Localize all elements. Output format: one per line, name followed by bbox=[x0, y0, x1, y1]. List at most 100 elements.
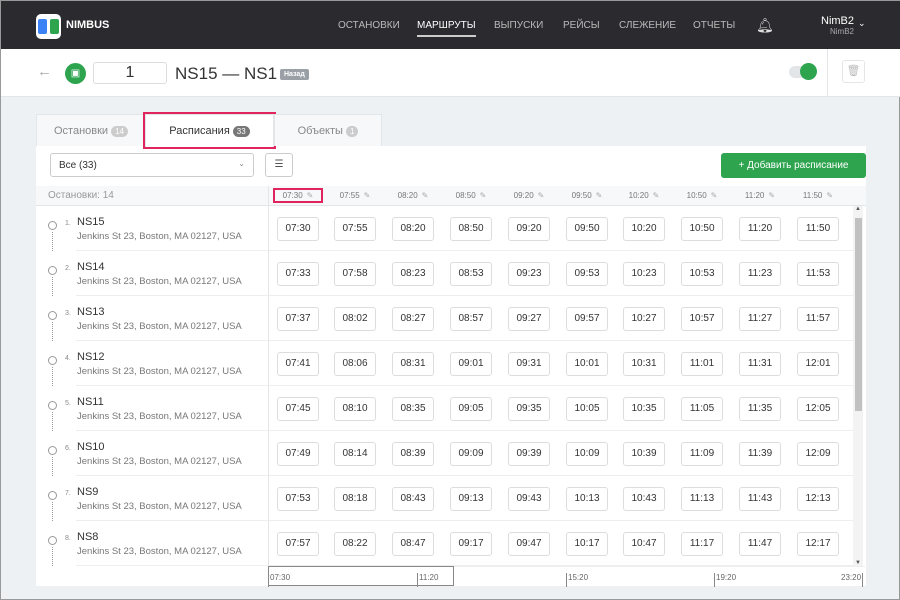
time-cell[interactable]: 08:47 bbox=[392, 532, 434, 556]
time-cell[interactable]: 09:43 bbox=[508, 487, 550, 511]
time-cell[interactable]: 10:50 bbox=[681, 217, 723, 241]
active-toggle[interactable] bbox=[789, 63, 817, 80]
time-cell[interactable]: 10:39 bbox=[623, 442, 665, 466]
departure-header[interactable]: 11:50 ✎ bbox=[793, 191, 843, 200]
departure-header[interactable]: 11:20 ✎ bbox=[735, 191, 785, 200]
pencil-icon[interactable]: ✎ bbox=[653, 191, 660, 200]
time-cell[interactable]: 09:17 bbox=[450, 532, 492, 556]
time-cell[interactable]: 09:27 bbox=[508, 307, 550, 331]
time-cell[interactable]: 11:47 bbox=[739, 532, 781, 556]
departure-header[interactable]: 09:20 ✎ bbox=[504, 191, 554, 200]
departure-header[interactable]: 07:55 ✎ bbox=[330, 191, 380, 200]
time-cell[interactable]: 08:23 bbox=[392, 262, 434, 286]
departure-header[interactable]: 07:30 ✎ bbox=[273, 188, 323, 203]
time-cell[interactable]: 11:23 bbox=[739, 262, 781, 286]
time-cell[interactable]: 07:45 bbox=[277, 397, 319, 421]
time-cell[interactable]: 08:57 bbox=[450, 307, 492, 331]
time-cell[interactable]: 12:05 bbox=[797, 397, 839, 421]
time-cell[interactable]: 10:13 bbox=[566, 487, 608, 511]
time-cell[interactable]: 07:37 bbox=[277, 307, 319, 331]
tab-schedules[interactable]: Расписания 33 bbox=[143, 112, 276, 149]
time-cell[interactable]: 10:27 bbox=[623, 307, 665, 331]
route-number-input[interactable]: 1 bbox=[93, 62, 167, 84]
time-cell[interactable]: 11:35 bbox=[739, 397, 781, 421]
time-cell[interactable]: 08:18 bbox=[334, 487, 376, 511]
add-schedule-button[interactable]: + Добавить расписание bbox=[721, 153, 866, 178]
time-cell[interactable]: 11:09 bbox=[681, 442, 723, 466]
time-cell[interactable]: 07:57 bbox=[277, 532, 319, 556]
time-cell[interactable]: 10:31 bbox=[623, 352, 665, 376]
pencil-icon[interactable]: ✎ bbox=[538, 191, 545, 200]
time-cell[interactable]: 07:58 bbox=[334, 262, 376, 286]
time-cell[interactable]: 08:50 bbox=[450, 217, 492, 241]
time-cell[interactable]: 10:57 bbox=[681, 307, 723, 331]
pencil-icon[interactable]: ✎ bbox=[711, 191, 718, 200]
time-cell[interactable]: 08:22 bbox=[334, 532, 376, 556]
time-cell[interactable]: 10:43 bbox=[623, 487, 665, 511]
time-cell[interactable]: 09:57 bbox=[566, 307, 608, 331]
time-cell[interactable]: 11:39 bbox=[739, 442, 781, 466]
time-cell[interactable]: 09:09 bbox=[450, 442, 492, 466]
time-cell[interactable]: 09:35 bbox=[508, 397, 550, 421]
timeline-window-handle[interactable] bbox=[268, 566, 454, 586]
time-cell[interactable]: 08:20 bbox=[392, 217, 434, 241]
nav-stops[interactable]: ОСТАНОВКИ bbox=[338, 20, 400, 31]
user-menu[interactable]: NimB2 NimB2 bbox=[821, 15, 854, 36]
time-cell[interactable]: 10:05 bbox=[566, 397, 608, 421]
time-cell[interactable]: 08:39 bbox=[392, 442, 434, 466]
departure-header[interactable]: 10:20 ✎ bbox=[619, 191, 669, 200]
time-cell[interactable]: 08:02 bbox=[334, 307, 376, 331]
time-cell[interactable]: 09:05 bbox=[450, 397, 492, 421]
time-cell[interactable]: 12:17 bbox=[797, 532, 839, 556]
nav-trips[interactable]: РЕЙСЫ bbox=[563, 20, 600, 31]
time-cell[interactable]: 11:43 bbox=[739, 487, 781, 511]
time-cell[interactable]: 11:50 bbox=[797, 217, 839, 241]
time-cell[interactable]: 09:53 bbox=[566, 262, 608, 286]
nav-releases[interactable]: ВЫПУСКИ bbox=[494, 20, 543, 31]
time-cell[interactable]: 08:35 bbox=[392, 397, 434, 421]
pencil-icon[interactable]: ✎ bbox=[307, 191, 314, 200]
list-view-button[interactable]: ☰ bbox=[265, 153, 293, 177]
schedule-filter-select[interactable]: Все (33) ⌄ bbox=[50, 153, 254, 177]
time-cell[interactable]: 11:17 bbox=[681, 532, 723, 556]
time-cell[interactable]: 08:10 bbox=[334, 397, 376, 421]
vertical-scrollbar[interactable]: ▲ ▼ bbox=[853, 206, 863, 566]
time-cell[interactable]: 08:27 bbox=[392, 307, 434, 331]
time-cell[interactable]: 09:39 bbox=[508, 442, 550, 466]
time-cell[interactable]: 07:49 bbox=[277, 442, 319, 466]
time-cell[interactable]: 08:31 bbox=[392, 352, 434, 376]
time-cell[interactable]: 08:14 bbox=[334, 442, 376, 466]
time-cell[interactable]: 10:47 bbox=[623, 532, 665, 556]
time-cell[interactable]: 10:35 bbox=[623, 397, 665, 421]
time-cell[interactable]: 12:01 bbox=[797, 352, 839, 376]
nav-tracking[interactable]: СЛЕЖЕНИЕ bbox=[619, 20, 676, 31]
time-cell[interactable]: 07:41 bbox=[277, 352, 319, 376]
time-cell[interactable]: 10:17 bbox=[566, 532, 608, 556]
time-cell[interactable]: 11:13 bbox=[681, 487, 723, 511]
pencil-icon[interactable]: ✎ bbox=[768, 191, 775, 200]
time-cell[interactable]: 09:13 bbox=[450, 487, 492, 511]
time-cell[interactable]: 11:27 bbox=[739, 307, 781, 331]
time-cell[interactable]: 08:06 bbox=[334, 352, 376, 376]
time-cell[interactable]: 09:31 bbox=[508, 352, 550, 376]
pencil-icon[interactable]: ✎ bbox=[826, 191, 833, 200]
departure-header[interactable]: 08:50 ✎ bbox=[446, 191, 496, 200]
scroll-up-icon[interactable]: ▲ bbox=[855, 206, 861, 212]
bell-icon[interactable]: 🔔︎ bbox=[756, 17, 774, 34]
time-cell[interactable]: 07:55 bbox=[334, 217, 376, 241]
pencil-icon[interactable]: ✎ bbox=[422, 191, 429, 200]
time-cell[interactable]: 10:09 bbox=[566, 442, 608, 466]
time-cell[interactable]: 10:53 bbox=[681, 262, 723, 286]
chevron-down-icon[interactable]: ⌄ bbox=[858, 18, 866, 29]
pencil-icon[interactable]: ✎ bbox=[596, 191, 603, 200]
time-cell[interactable]: 10:01 bbox=[566, 352, 608, 376]
departure-header[interactable]: 10:50 ✎ bbox=[677, 191, 727, 200]
time-cell[interactable]: 08:43 bbox=[392, 487, 434, 511]
time-cell[interactable]: 11:57 bbox=[797, 307, 839, 331]
time-cell[interactable]: 09:20 bbox=[508, 217, 550, 241]
trash-icon[interactable]: 🗑︎ bbox=[842, 60, 865, 83]
pencil-icon[interactable]: ✎ bbox=[364, 191, 371, 200]
time-cell[interactable]: 07:53 bbox=[277, 487, 319, 511]
nav-routes[interactable]: МАРШРУТЫ bbox=[417, 20, 476, 37]
nav-reports[interactable]: ОТЧЕТЫ bbox=[693, 20, 735, 31]
